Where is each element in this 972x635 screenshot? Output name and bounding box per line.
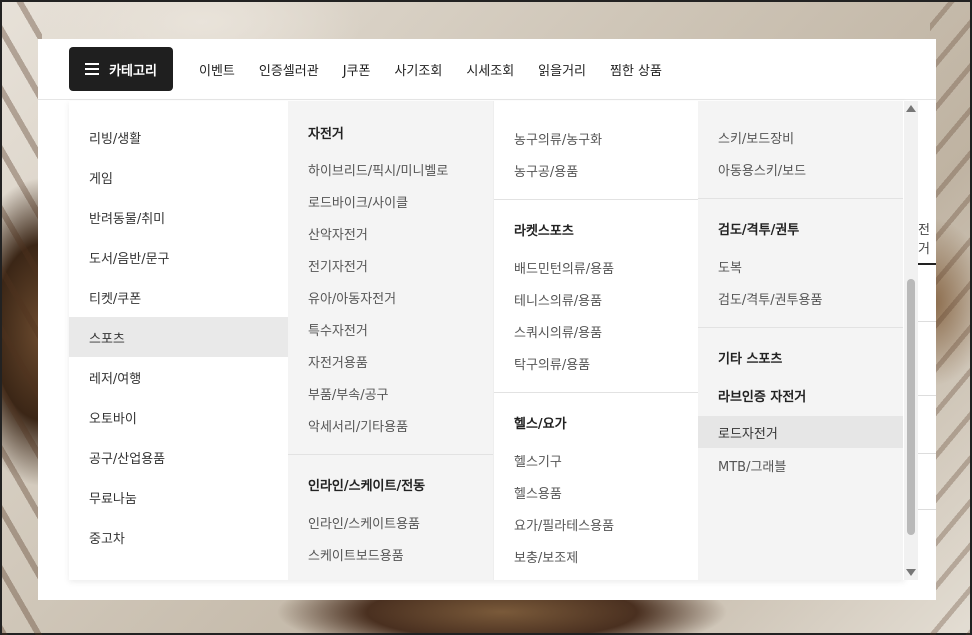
- category-item[interactable]: 레저/여행: [69, 357, 288, 397]
- main-category-list: 리빙/생활 게임 반려동물/취미 도서/음반/문구 티켓/쿠폰 스포츠 레저/여…: [69, 101, 288, 580]
- subcategory-item[interactable]: 보충/보조제: [514, 547, 578, 566]
- divider: [494, 392, 698, 393]
- group-title-other-sports[interactable]: 기타 스포츠: [718, 348, 782, 367]
- subcategory-item[interactable]: 전기자전거: [308, 256, 368, 275]
- group-title-verified-bicycle[interactable]: 라브인증 자전거: [718, 386, 806, 405]
- category-item[interactable]: 티켓/쿠폰: [69, 277, 288, 317]
- group-title-bicycle[interactable]: 자전거: [308, 123, 344, 142]
- category-button-label: 카테고리: [109, 63, 157, 79]
- divider: [494, 199, 698, 200]
- subcategory-item[interactable]: 헬스용품: [514, 483, 562, 502]
- subcategory-item[interactable]: 농구공/용품: [514, 161, 578, 180]
- nav-event[interactable]: 이벤트: [199, 60, 235, 79]
- subcategory-item[interactable]: 배드민턴의류/용품: [514, 258, 614, 277]
- subcategory-item[interactable]: 유아/아동자전거: [308, 288, 396, 307]
- category-item-active[interactable]: 스포츠: [69, 317, 288, 357]
- category-button[interactable]: 카테고리: [69, 47, 173, 91]
- subcategory-item[interactable]: 인라인/스케이트용품: [308, 513, 420, 532]
- group-title-fitness[interactable]: 헬스/요가: [514, 413, 567, 432]
- scroll-down-arrow-icon[interactable]: [906, 569, 916, 576]
- subcategory-item[interactable]: 요가/필라테스용품: [514, 515, 614, 534]
- nav-fraud-check[interactable]: 사기조회: [394, 60, 442, 79]
- hamburger-icon: [85, 63, 100, 75]
- subcategory-item-highlighted[interactable]: 로드자전거: [698, 416, 903, 448]
- background-divider: [918, 321, 936, 322]
- subcategory-item[interactable]: 악세서리/기타용품: [308, 416, 408, 435]
- subcategory-item[interactable]: 산악자전거: [308, 224, 368, 243]
- nav-price-check[interactable]: 시세조회: [466, 60, 514, 79]
- subcategory-column-1: 자전거 하이브리드/픽시/미니벨로 로드바이크/사이클 산악자전거 전기자전거 …: [288, 101, 493, 580]
- subcategory-item[interactable]: 농구의류/농구화: [514, 129, 602, 148]
- scroll-up-arrow-icon[interactable]: [906, 105, 916, 112]
- category-item[interactable]: 중고차: [69, 517, 288, 557]
- category-item[interactable]: 오토바이: [69, 397, 288, 437]
- nav-wishlist[interactable]: 찜한 상품: [610, 60, 662, 79]
- background-divider: [918, 395, 936, 396]
- divider: [698, 327, 903, 328]
- category-item[interactable]: 리빙/생활: [69, 117, 288, 157]
- subcategory-item[interactable]: MTB/그래블: [718, 456, 786, 475]
- category-item[interactable]: 공구/산업용품: [69, 437, 288, 477]
- category-dropdown: 리빙/생활 게임 반려동물/취미 도서/음반/문구 티켓/쿠폰 스포츠 레저/여…: [69, 101, 905, 580]
- subcategory-item[interactable]: 헬스기구: [514, 451, 562, 470]
- background-divider: [918, 453, 936, 454]
- category-item[interactable]: 도서/음반/문구: [69, 237, 288, 277]
- background-divider: [918, 509, 936, 510]
- subcategory-item[interactable]: 자전거용품: [308, 352, 368, 371]
- category-item[interactable]: 반려동물/취미: [69, 197, 288, 237]
- subcategory-column-2: 농구의류/농구화 농구공/용품 라켓스포츠 배드민턴의류/용품 테니스의류/용품…: [493, 101, 698, 580]
- group-title-inline[interactable]: 인라인/스케이트/전동: [308, 475, 425, 494]
- category-panel: 카테고리 이벤트 인증셀러관 J쿠폰 사기조회 시세조회 읽을거리 찜한 상품 …: [38, 39, 936, 600]
- subcategory-item[interactable]: 검도/격투/권투용품: [718, 289, 822, 308]
- scrollbar-thumb[interactable]: [907, 279, 915, 535]
- subcategory-item[interactable]: 로드바이크/사이클: [308, 192, 408, 211]
- subcategory-item[interactable]: 아동용스키/보드: [718, 160, 806, 179]
- subcategory-item[interactable]: 테니스의류/용품: [514, 290, 602, 309]
- subcategory-item[interactable]: 특수자전거: [308, 320, 368, 339]
- divider: [288, 454, 493, 455]
- group-title-racket[interactable]: 라켓스포츠: [514, 220, 574, 239]
- group-title-martial-arts[interactable]: 검도/격투/권투: [718, 219, 799, 238]
- subcategory-item[interactable]: 스키/보드장비: [718, 128, 794, 147]
- nav-j-coupon[interactable]: J쿠폰: [343, 60, 371, 79]
- subcategory-item[interactable]: 스쿼시의류/용품: [514, 322, 602, 341]
- nav-links: 이벤트 인증셀러관 J쿠폰 사기조회 시세조회 읽을거리 찜한 상품: [199, 60, 686, 79]
- nav-certified-seller[interactable]: 인증셀러관: [259, 60, 319, 79]
- subcategory-item[interactable]: 스케이트보드용품: [308, 545, 404, 564]
- subcategory-item[interactable]: 도복: [718, 257, 742, 276]
- background-tab-underline: [918, 263, 936, 265]
- top-navigation: 카테고리 이벤트 인증셀러관 J쿠폰 사기조회 시세조회 읽을거리 찜한 상품: [38, 39, 936, 100]
- divider: [698, 198, 903, 199]
- nav-articles[interactable]: 읽을거리: [538, 60, 586, 79]
- subcategory-item[interactable]: 탁구의류/용품: [514, 354, 590, 373]
- category-item[interactable]: 무료나눔: [69, 477, 288, 517]
- category-item[interactable]: 게임: [69, 157, 288, 197]
- subcategory-item[interactable]: 부품/부속/공구: [308, 384, 389, 403]
- subcategory-column-3: 스키/보드장비 아동용스키/보드 검도/격투/권투 도복 검도/격투/권투용품 …: [698, 101, 903, 580]
- background-tab-peek: 전거: [918, 223, 930, 257]
- subcategory-item[interactable]: 하이브리드/픽시/미니벨로: [308, 160, 448, 179]
- dropdown-scrollbar[interactable]: [904, 101, 918, 580]
